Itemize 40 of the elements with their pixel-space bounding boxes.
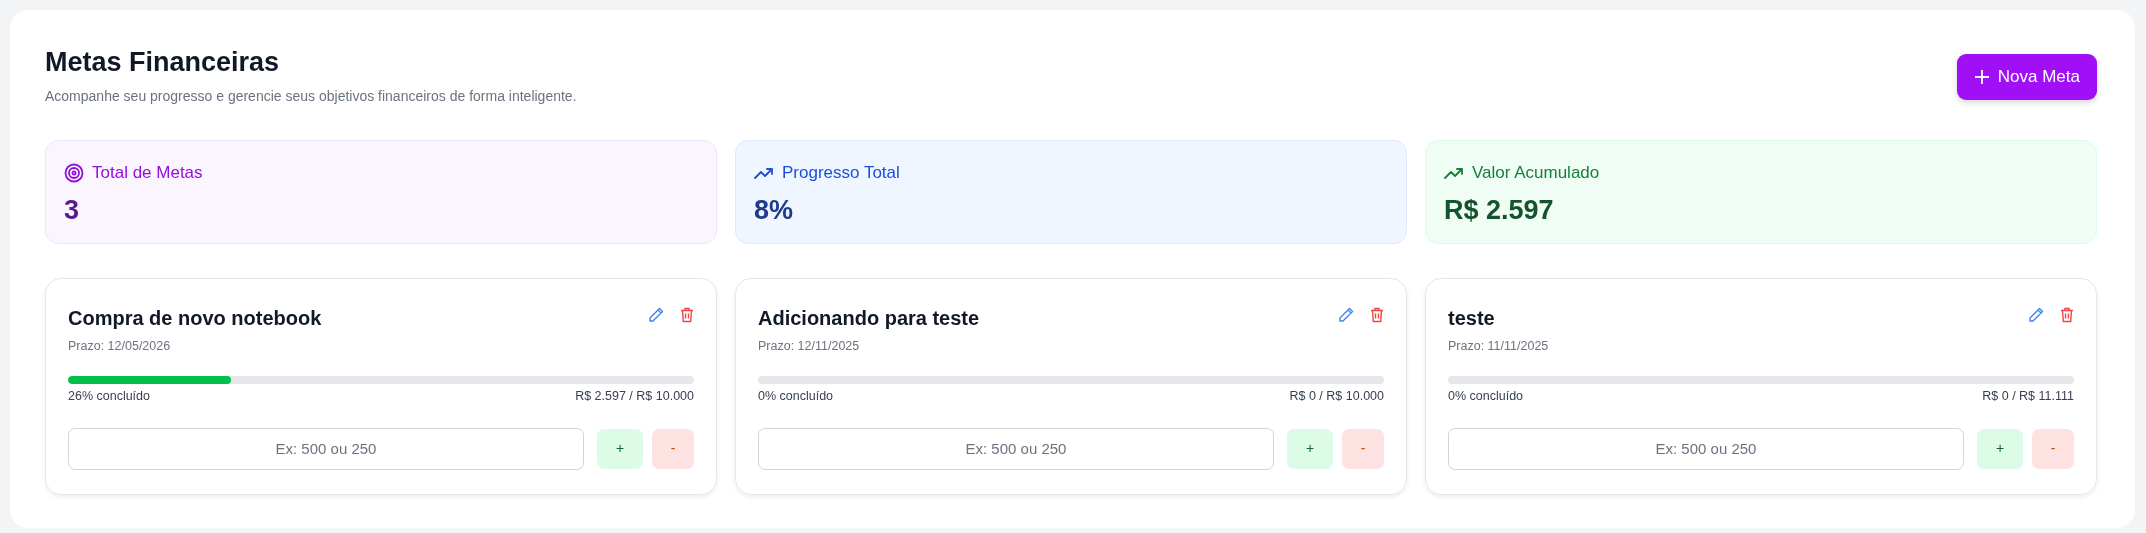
plus-icon [1973,68,1990,85]
delete-button[interactable] [2060,307,2074,324]
target-icon [64,163,84,184]
amount-input[interactable]: Ex: 500 ou 250 [1448,427,1964,470]
stat-value: 8% [754,193,794,227]
stat-value: 3 [64,193,80,227]
add-button[interactable]: + [597,428,643,469]
page-subtitle: Acompanhe seu progresso e gerencie seus objetivos financeiros de forma inteligente. [45,87,577,107]
subtract-button[interactable]: - [1342,428,1384,469]
stat-label: Total de Metas [92,162,203,185]
stat-label: Progresso Total [782,162,900,185]
goal-deadline: Prazo: 12/05/2026 [68,339,171,354]
goal-amount: R$ 0 / R$ 10.000 [1289,388,1384,406]
add-button[interactable]: + [1977,428,2023,469]
trending-up-icon [1444,166,1464,181]
subtract-button[interactable]: - [652,428,694,469]
goal-deadline: Prazo: 12/11/2025 [758,339,860,354]
progress-percent: 0% concluído [758,388,834,406]
add-button[interactable]: + [1287,428,1333,469]
goal-title: teste [1448,306,1496,332]
edit-button[interactable] [1338,307,1354,324]
amount-input[interactable]: Ex: 500 ou 250 [758,427,1274,470]
progress-percent: 26% concluído [68,388,150,406]
goal-deadline: Prazo: 11/11/2025 [1448,339,1549,354]
goal-amount: R$ 2.597 / R$ 10.000 [575,388,694,406]
new-goal-button[interactable]: Nova Meta [1956,54,2097,100]
delete-button[interactable] [1370,307,1384,324]
goal-title: Adicionando para teste [758,306,980,332]
trending-up-icon [754,166,774,181]
amount-input[interactable]: Ex: 500 ou 250 [68,427,584,470]
page-title: Metas Financeiras [45,46,281,79]
delete-button[interactable] [680,307,694,324]
stat-label: Valor Acumulado [1472,162,1600,185]
goal-title: Compra de novo notebook [68,306,322,332]
progress-percent: 0% concluído [1448,388,1524,406]
stat-value: R$ 2.597 [1444,193,1554,227]
subtract-button[interactable]: - [2032,428,2074,469]
goal-amount: R$ 0 / R$ 11.111 [1982,388,2074,406]
edit-button[interactable] [2028,307,2044,324]
edit-button[interactable] [648,307,664,324]
